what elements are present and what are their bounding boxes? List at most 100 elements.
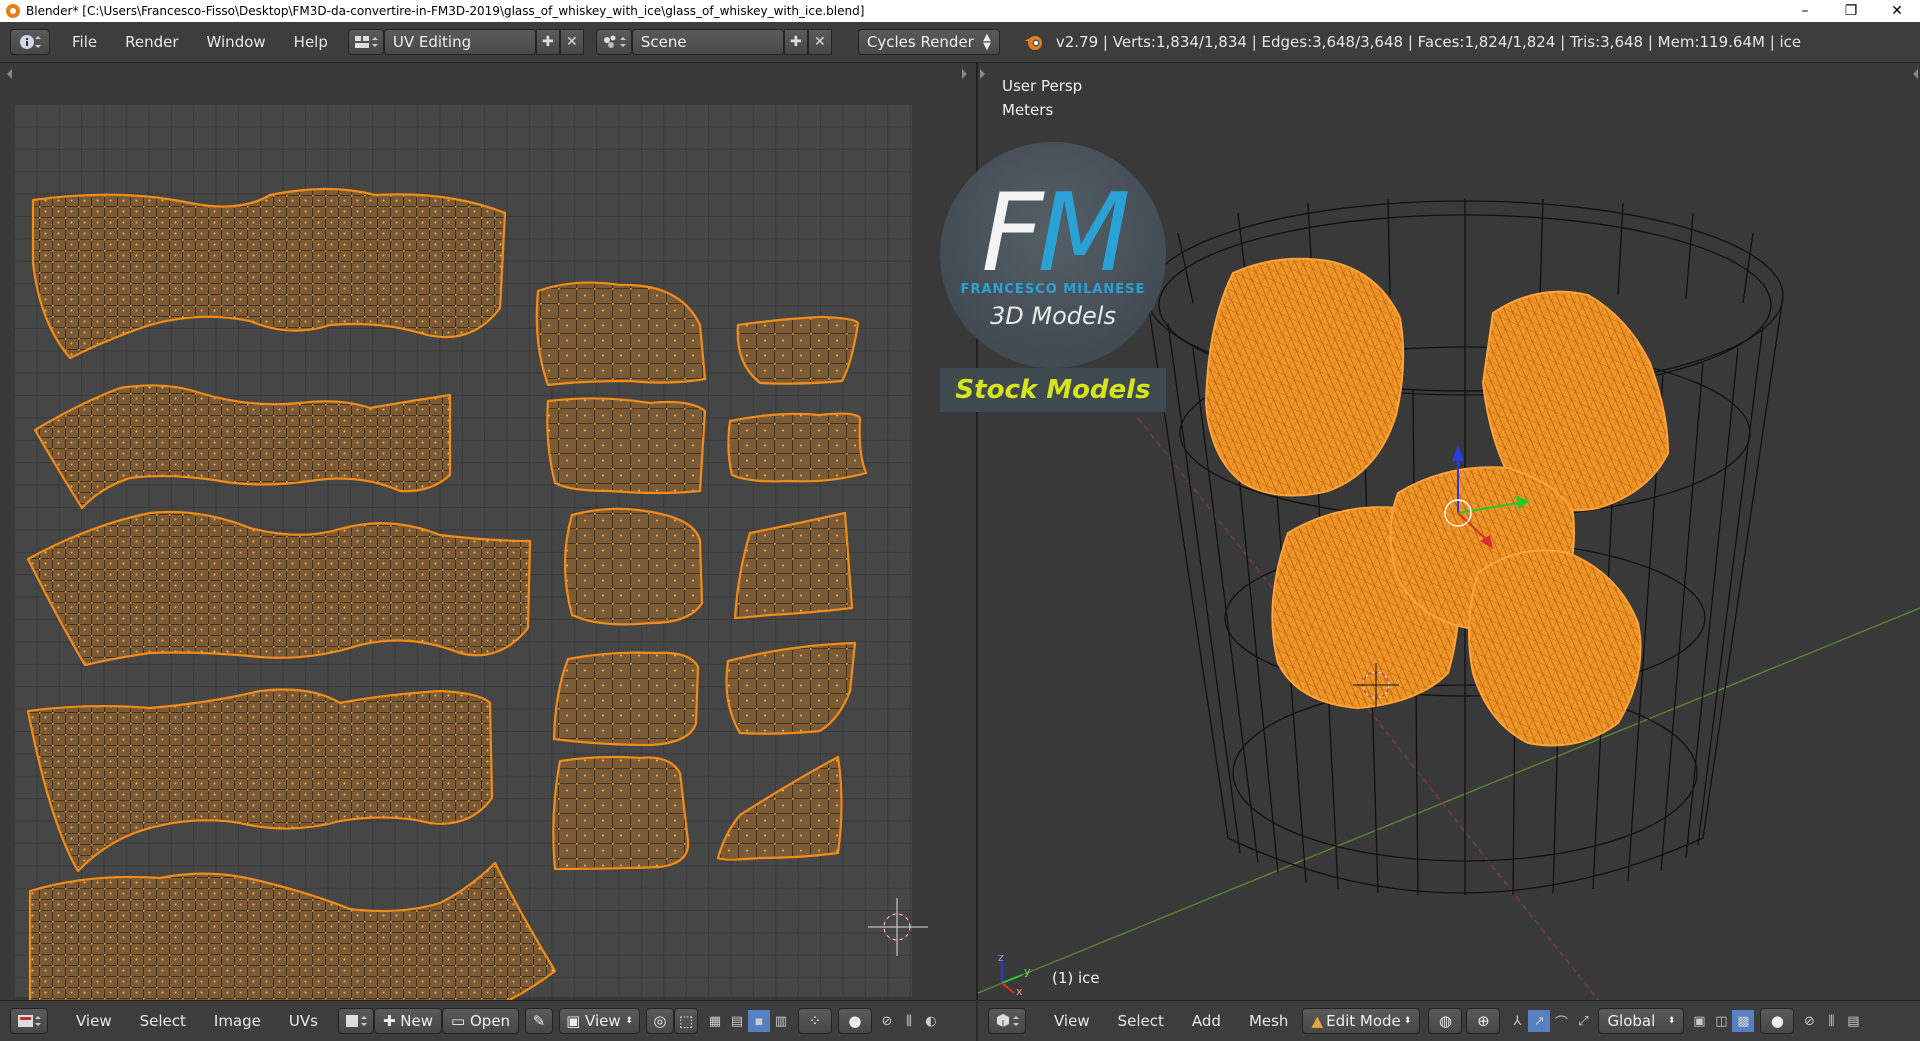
image-editor-icon bbox=[18, 1015, 41, 1027]
pivot-point-button[interactable]: ⊕ bbox=[1466, 1008, 1501, 1034]
axis-z-label: z bbox=[998, 951, 1004, 964]
proportional-edit-button[interactable]: ● bbox=[837, 1008, 872, 1034]
editor-type-button[interactable] bbox=[10, 29, 50, 55]
uv-island bbox=[28, 861, 557, 1000]
menu-mesh[interactable]: Mesh bbox=[1235, 1008, 1303, 1034]
render-icon[interactable]: ◐ bbox=[920, 1010, 942, 1032]
ice-cubes-mesh bbox=[1204, 257, 1670, 747]
axis-y-label: y bbox=[1024, 965, 1031, 978]
menu-view[interactable]: View bbox=[1040, 1008, 1104, 1034]
editor-type-button[interactable] bbox=[988, 1008, 1026, 1034]
uv-island bbox=[552, 755, 690, 871]
menu-help[interactable]: Help bbox=[280, 29, 342, 55]
proportional-edit-button[interactable]: ● bbox=[1760, 1008, 1795, 1034]
blender-window: File Render Window Help UV Editing ✚ ✕ S… bbox=[0, 22, 1920, 1041]
plus-icon: ✚ bbox=[790, 34, 802, 50]
logo-subtitle: 3D Models bbox=[990, 302, 1116, 330]
ice-cube-mesh bbox=[1204, 257, 1405, 497]
render-icon[interactable]: ▤ bbox=[1842, 1010, 1864, 1032]
view-mode-select[interactable]: ▣ View ⬍ bbox=[559, 1008, 640, 1034]
snap-element-icon[interactable]: ⫼ bbox=[898, 1010, 920, 1032]
remove-screen-button[interactable]: ✕ bbox=[559, 29, 584, 55]
image-icon: ▣ bbox=[566, 1012, 581, 1030]
new-image-button[interactable]: ✚ New bbox=[373, 1008, 443, 1034]
logo-brand-name: FRANCESCO MILANESE bbox=[960, 282, 1146, 297]
fm-watermark-logo: FM FRANCESCO MILANESE 3D Models bbox=[940, 142, 1166, 368]
pin-image-button[interactable]: ✎ bbox=[525, 1008, 554, 1034]
snap-icon[interactable]: ⊘ bbox=[876, 1010, 898, 1032]
uv-island bbox=[563, 507, 704, 626]
scene-icon-button[interactable] bbox=[595, 29, 632, 55]
add-screen-button[interactable]: ✚ bbox=[535, 29, 560, 55]
menu-image[interactable]: Image bbox=[200, 1008, 275, 1034]
edge-select-icon[interactable]: ◫ bbox=[1710, 1010, 1732, 1032]
pivot-icon: ⊕ bbox=[1477, 1012, 1490, 1030]
menu-window[interactable]: Window bbox=[193, 29, 280, 55]
edge-select-icon[interactable]: ▤ bbox=[726, 1010, 748, 1032]
uv-image-editor[interactable] bbox=[0, 63, 978, 1000]
uv-island bbox=[716, 755, 843, 861]
manipulator-icon[interactable]: ⅄ bbox=[1506, 1010, 1528, 1032]
close-button[interactable]: ✕ bbox=[1874, 3, 1920, 19]
shading-icon: ◍ bbox=[1438, 1012, 1452, 1030]
uv-editor-header: View Select Image UVs ✚ New ▭ Open ✎ ▣ V… bbox=[0, 1000, 976, 1041]
active-object-label: (1) ice bbox=[1052, 969, 1100, 987]
view-mode-label: View bbox=[585, 1012, 621, 1030]
face-select-icon[interactable]: ▩ bbox=[1732, 1010, 1755, 1032]
uv-island bbox=[33, 384, 452, 510]
circle-icon: ● bbox=[848, 1012, 862, 1030]
image-browse-button[interactable] bbox=[337, 1008, 374, 1034]
open-image-button[interactable]: ▭ Open bbox=[442, 1008, 520, 1034]
translate-icon[interactable]: ↗ bbox=[1528, 1010, 1551, 1032]
menu-select[interactable]: Select bbox=[126, 1008, 200, 1034]
uv-2d-cursor bbox=[868, 898, 928, 956]
island-select-icon[interactable]: ▥ bbox=[770, 1010, 792, 1032]
viewport-shading-button[interactable]: ◍ bbox=[1428, 1008, 1463, 1034]
render-engine-select[interactable]: Cycles Render ▲ ▼ bbox=[857, 29, 1000, 55]
folder-icon: ▭ bbox=[451, 1012, 466, 1030]
sync-select-button[interactable]: ⬚ bbox=[673, 1008, 698, 1034]
uv-islands-overlay[interactable] bbox=[0, 63, 976, 1000]
window-title: Blender* [C:\Users\Francesco-Fisso\Deskt… bbox=[26, 4, 865, 18]
add-scene-button[interactable]: ✚ bbox=[783, 29, 808, 55]
updown-arrows-icon: ⬍ bbox=[625, 1016, 633, 1026]
transform-orientation-select[interactable]: Global ⬍ bbox=[1598, 1008, 1685, 1034]
new-label: New bbox=[400, 1012, 434, 1030]
menu-render[interactable]: Render bbox=[111, 29, 192, 55]
snap-element-icon[interactable]: ⫼ bbox=[1820, 1010, 1842, 1032]
uv-island bbox=[552, 651, 700, 747]
vertex-select-icon[interactable]: ▣ bbox=[1688, 1010, 1710, 1032]
screen-layout-icon-button[interactable] bbox=[347, 29, 384, 55]
plus-icon: ✚ bbox=[542, 34, 554, 50]
circle-icon: ● bbox=[1770, 1012, 1784, 1030]
snap-icon[interactable]: ⊘ bbox=[1798, 1010, 1820, 1032]
uv-island bbox=[546, 397, 707, 495]
vertex-select-icon[interactable]: ▦ bbox=[704, 1010, 726, 1032]
layout-icon bbox=[354, 36, 378, 48]
sticky-select-button[interactable]: ⁘ bbox=[797, 1008, 832, 1034]
minimize-button[interactable]: – bbox=[1782, 3, 1828, 19]
scene-field[interactable]: Scene bbox=[631, 29, 784, 55]
ice-cube-mesh bbox=[1468, 549, 1642, 747]
face-select-icon[interactable]: ▪ bbox=[747, 1010, 770, 1032]
info-icon bbox=[20, 35, 41, 49]
restore-button[interactable]: ❐ bbox=[1828, 3, 1874, 19]
remove-scene-button[interactable]: ✕ bbox=[807, 29, 832, 55]
uv-island bbox=[535, 281, 707, 387]
menu-add[interactable]: Add bbox=[1178, 1008, 1235, 1034]
edit-mode-icon: ▲ bbox=[1311, 1012, 1323, 1030]
rotate-icon[interactable]: ⌒ bbox=[1550, 1010, 1572, 1032]
pivot-button[interactable]: ◎ bbox=[645, 1008, 674, 1034]
uv-island bbox=[26, 688, 494, 873]
menu-select[interactable]: Select bbox=[1104, 1008, 1178, 1034]
sticky-icon: ⁘ bbox=[808, 1012, 822, 1030]
menu-uvs[interactable]: UVs bbox=[275, 1008, 332, 1034]
menu-file[interactable]: File bbox=[58, 29, 111, 55]
scale-icon[interactable]: ⤢ bbox=[1572, 1010, 1594, 1032]
screen-layout-field[interactable]: UV Editing bbox=[383, 29, 536, 55]
editor-type-button[interactable] bbox=[10, 1008, 48, 1034]
menu-view[interactable]: View bbox=[62, 1008, 126, 1034]
close-icon: ✕ bbox=[566, 34, 578, 50]
mode-select[interactable]: ▲ Edit Mode ⬍ bbox=[1302, 1008, 1421, 1034]
uv-island bbox=[31, 187, 507, 360]
